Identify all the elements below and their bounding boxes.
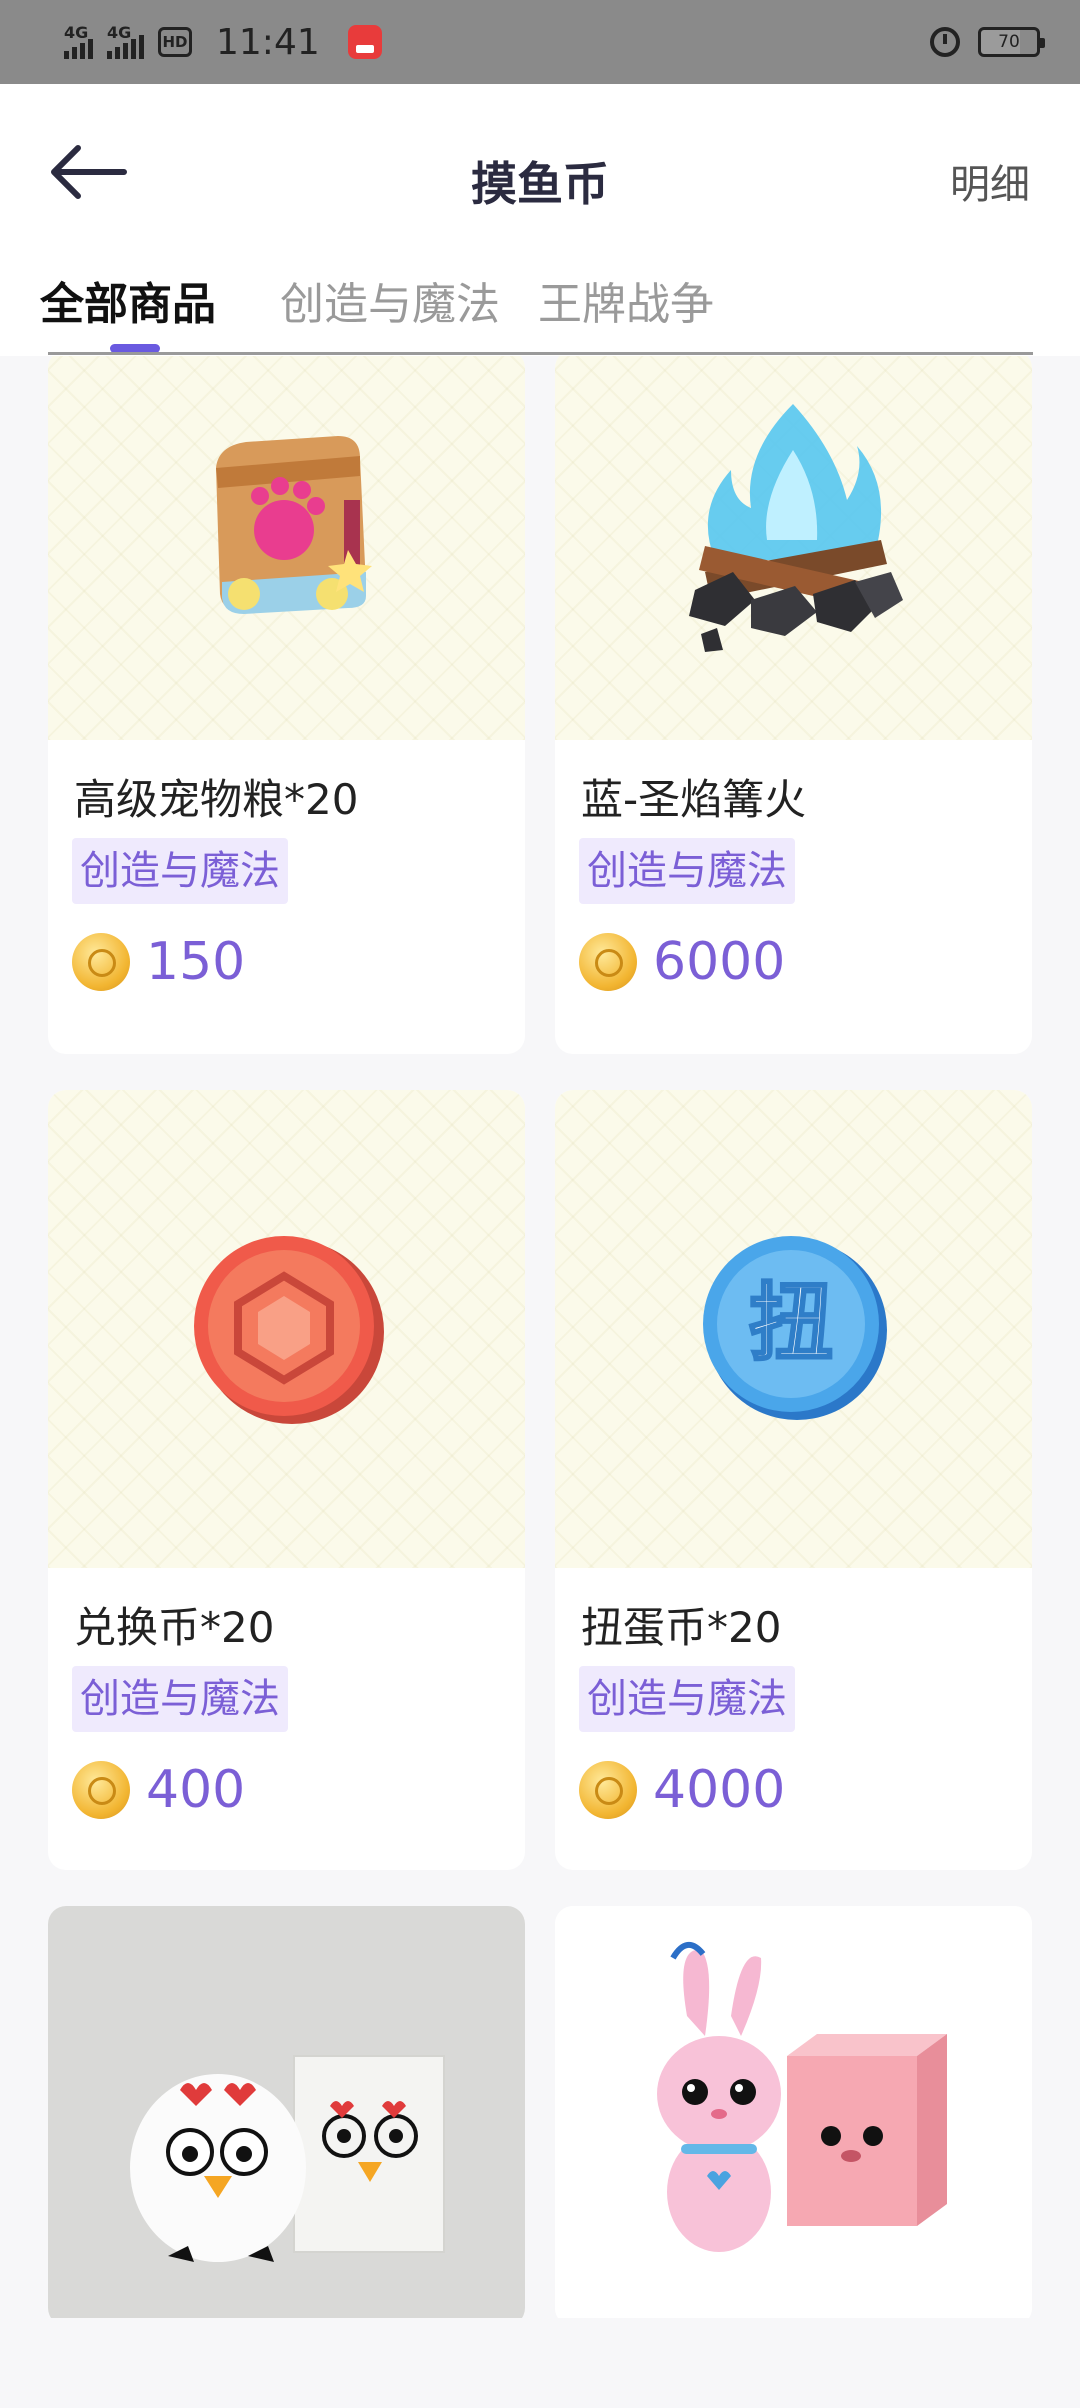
fish-coin-icon [579, 933, 637, 991]
product-price: 400 [146, 1760, 246, 1820]
alarm-icon [930, 27, 960, 57]
tab-ace-war[interactable]: 王牌战争 [538, 268, 714, 332]
price-row: 400 [72, 1758, 245, 1822]
tab-all-products[interactable]: 全部商品 [40, 268, 216, 332]
battery-icon: 70 [978, 27, 1045, 57]
product-category-tag: 创造与魔法 [579, 1666, 795, 1732]
exchange-coin-icon [194, 1236, 384, 1424]
product-image [555, 356, 1032, 740]
tab-create-and-magic[interactable]: 创造与魔法 [280, 268, 500, 332]
status-time: 11:41 [216, 21, 320, 63]
pet-food-bag-icon [216, 436, 372, 614]
price-row: 6000 [579, 930, 785, 994]
bunny-plush-with-box-icon [657, 1942, 947, 2252]
product-card[interactable]: 扭 扭蛋币*20 创造与魔法 4000 [555, 1090, 1032, 1870]
product-image [48, 1906, 525, 2318]
product-name: 兑换币*20 [74, 1603, 275, 1652]
gacha-coin-icon: 扭 [703, 1236, 887, 1420]
signal-label-2: 4G [107, 23, 132, 42]
signal-icon: 4G [64, 23, 93, 59]
product-card[interactable]: 蓝-圣焰篝火 创造与魔法 6000 [555, 356, 1032, 1054]
product-image [555, 1906, 1032, 2318]
status-bar: 4G 4G HD 11:41 70 [0, 0, 1080, 84]
detail-link[interactable]: 明细 [950, 152, 1030, 210]
signal-label: 4G [64, 23, 89, 42]
product-image [48, 356, 525, 740]
product-category-tag: 创造与魔法 [72, 838, 288, 904]
fish-coin-icon [72, 1761, 130, 1819]
product-image: 扭 [555, 1090, 1032, 1568]
product-price: 150 [146, 932, 246, 992]
price-row: 150 [72, 930, 245, 994]
hd-icon: HD [158, 27, 192, 57]
product-card[interactable] [48, 1906, 525, 2318]
header: 摸鱼币 明细 [0, 84, 1080, 268]
blue-campfire-icon [689, 404, 903, 652]
product-card[interactable]: 高级宠物粮*20 创造与魔法 150 [48, 356, 525, 1054]
product-name: 高级宠物粮*20 [74, 775, 359, 824]
product-name: 扭蛋币*20 [581, 1603, 782, 1652]
gacha-coin-char: 扭 [749, 1274, 833, 1372]
fish-coin-icon [72, 933, 130, 991]
chicken-plush-with-box-icon [130, 2055, 445, 2262]
product-name: 蓝-圣焰篝火 [581, 775, 807, 824]
category-tabs: 全部商品 创造与魔法 王牌战争 [0, 268, 1080, 356]
price-row: 4000 [579, 1758, 785, 1822]
product-grid: 高级宠物粮*20 创造与魔法 150 蓝-圣焰篝火 创造与魔法 6000 兑换币… [48, 356, 1033, 2318]
product-category-tag: 创造与魔法 [579, 838, 795, 904]
product-price: 6000 [653, 932, 786, 992]
product-image [48, 1090, 525, 1568]
product-card[interactable]: 兑换币*20 创造与魔法 400 [48, 1090, 525, 1870]
product-card[interactable] [555, 1906, 1032, 2318]
page-title: 摸鱼币 [471, 157, 609, 211]
tabs-divider [48, 352, 1033, 355]
fish-coin-icon [579, 1761, 637, 1819]
signal-icon-2: 4G [107, 23, 144, 59]
product-price: 4000 [653, 1760, 786, 1820]
product-category-tag: 创造与魔法 [72, 1666, 288, 1732]
app-notification-icon [347, 25, 382, 59]
